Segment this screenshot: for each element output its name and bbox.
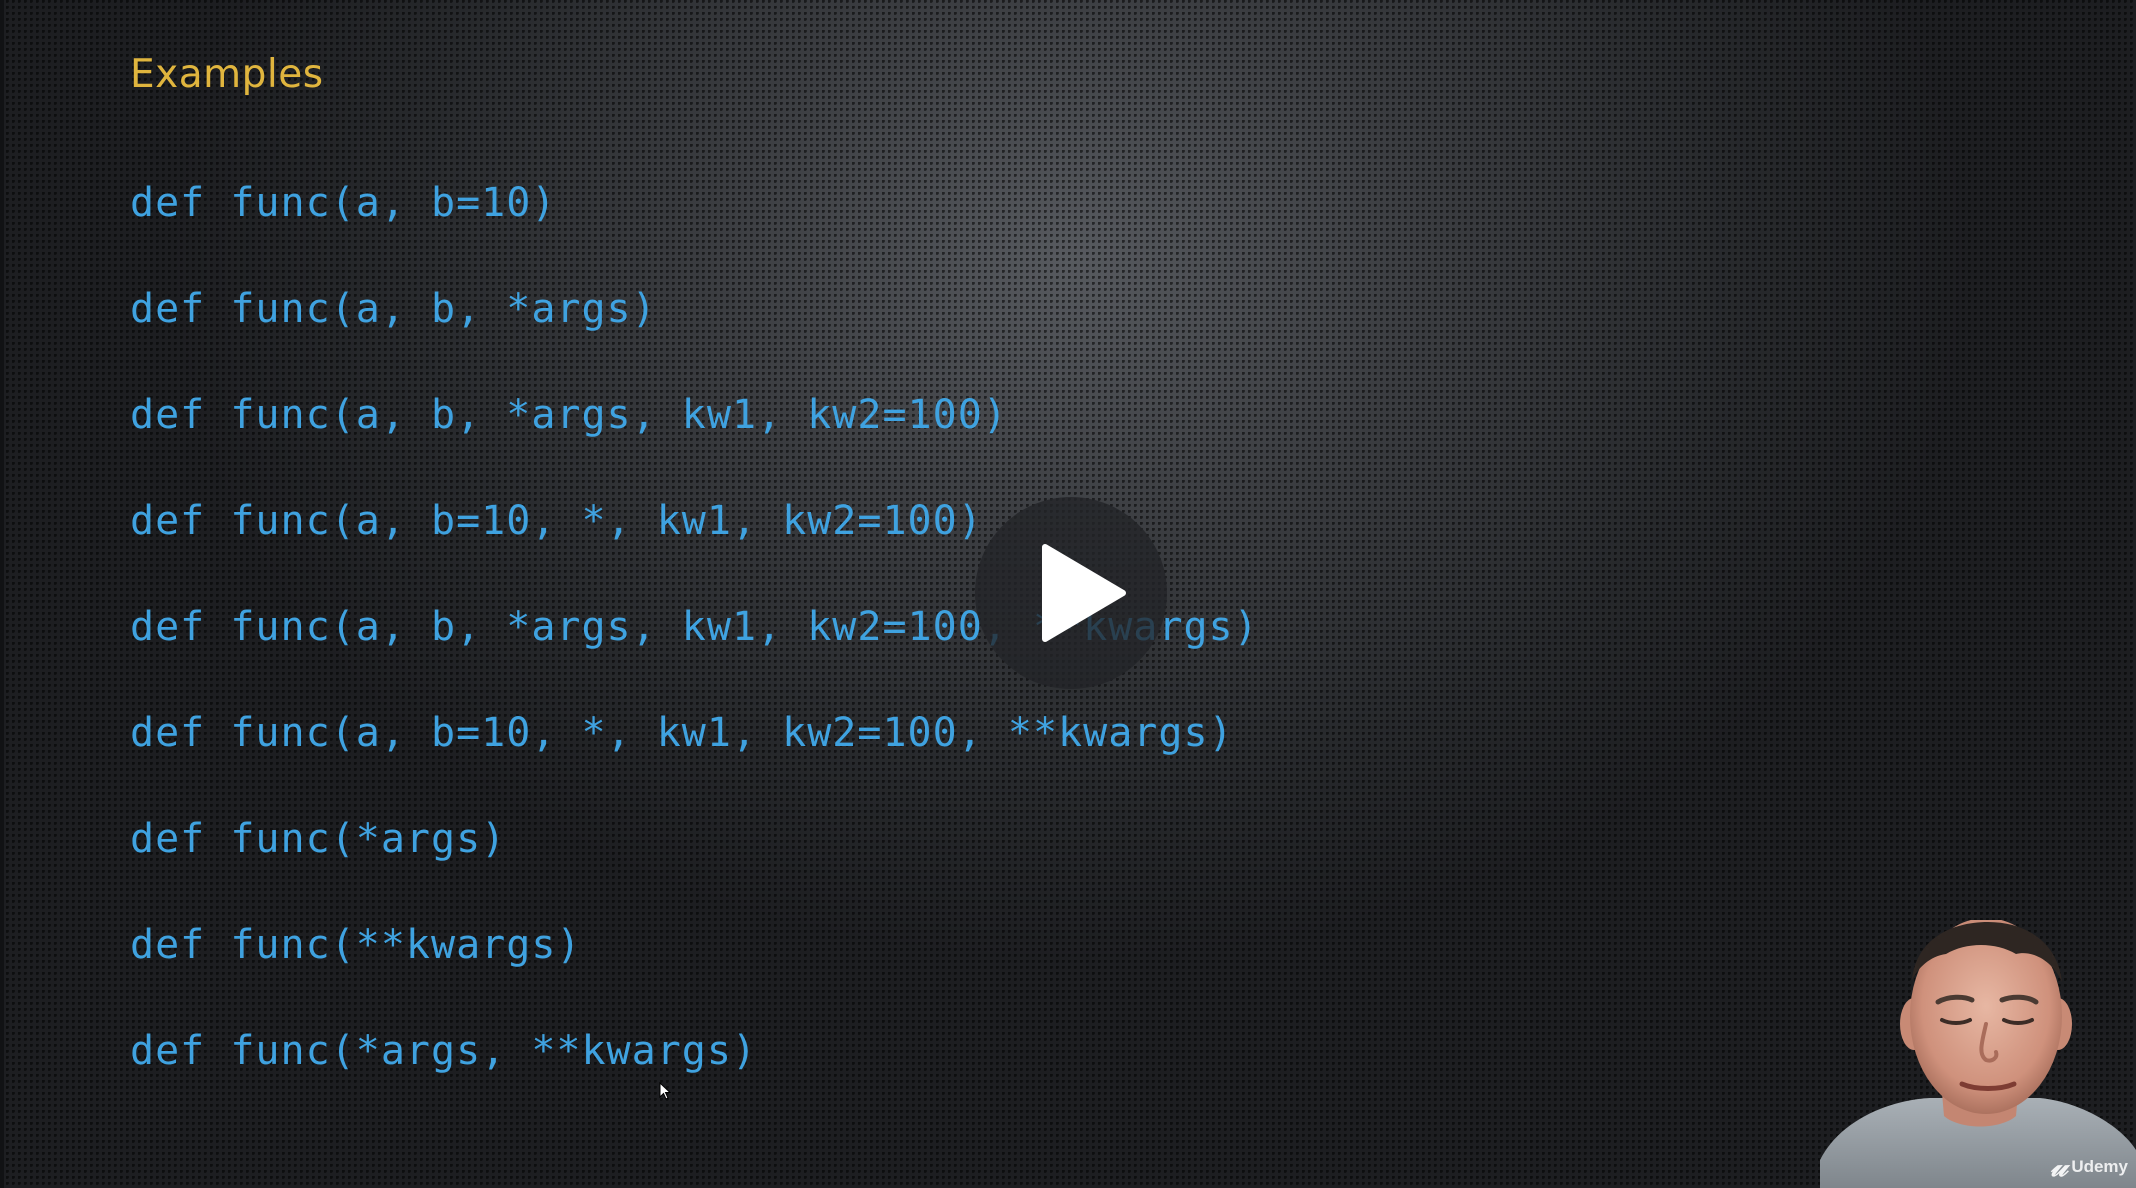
watermark-label: Udemy — [2071, 1157, 2128, 1176]
udemy-logo-icon: 𝓊 — [2050, 1149, 2068, 1184]
play-button[interactable] — [975, 497, 1167, 689]
mouse-cursor-icon — [659, 1081, 673, 1107]
play-icon — [1042, 544, 1126, 642]
slide-title: Examples — [130, 52, 324, 97]
code-line: def func(a, b=10) — [130, 180, 557, 226]
udemy-watermark: 𝓊 Udemy — [2050, 1149, 2128, 1184]
code-line: def func(*args, **kwargs) — [130, 1028, 758, 1074]
code-line: def func(a, b=10, *, kw1, kw2=100, **kwa… — [130, 710, 1234, 756]
presenter-webcam: 𝓊 Udemy — [1820, 920, 2136, 1188]
code-line: def func(a, b, *args, kw1, kw2=100) — [130, 392, 1008, 438]
code-line: def func(*args) — [130, 816, 507, 862]
presenter-image — [1820, 920, 2136, 1188]
video-player[interactable]: Examples def func(a, b=10) def func(a, b… — [0, 0, 2136, 1188]
code-line: def func(**kwargs) — [130, 922, 582, 968]
code-line: def func(a, b, *args) — [130, 286, 657, 332]
